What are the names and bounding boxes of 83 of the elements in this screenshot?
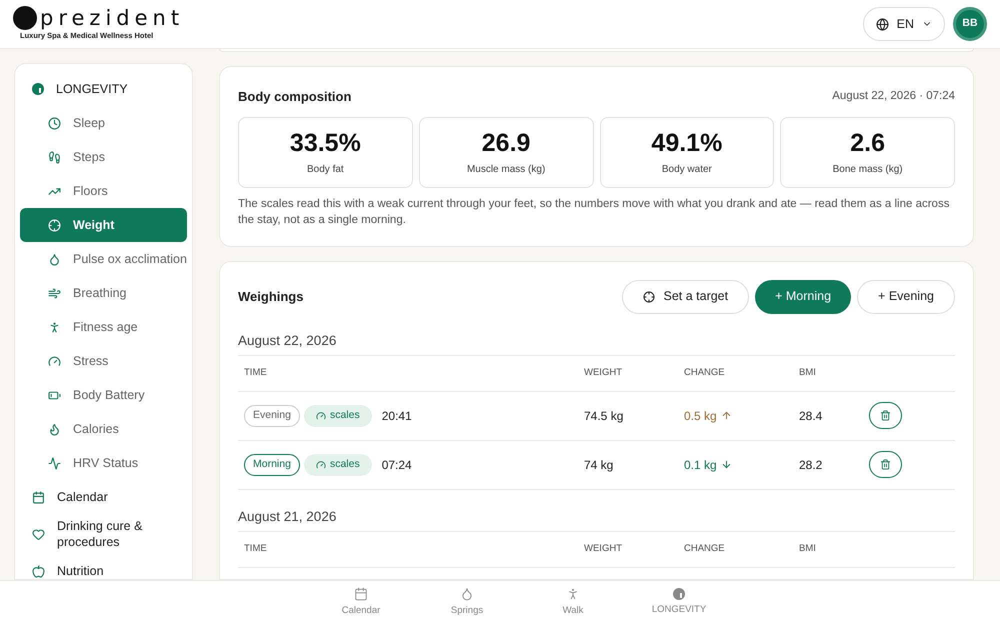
sidebar-item[interactable]: Calories (20, 412, 187, 446)
clock-icon (48, 116, 61, 130)
gauge-icon (48, 354, 61, 368)
metric-value: 2.6 (850, 128, 885, 158)
person-icon (48, 320, 61, 334)
globe-icon (876, 18, 889, 30)
heart-icon (32, 528, 45, 540)
sidebar-item[interactable]: Weight (20, 208, 187, 242)
column-header: CHANGE (684, 366, 726, 380)
apple-icon (32, 564, 45, 578)
gauge-icon (316, 410, 326, 421)
nav-tab[interactable]: Springs (414, 581, 520, 625)
change-text: 0.1 kg (684, 456, 717, 474)
nav-tab[interactable]: LONGEVITY (626, 581, 732, 625)
sidebar-item[interactable]: Steps (20, 140, 187, 174)
timestamp: August 22, 2026 · 07:24 (832, 89, 955, 104)
metric-label: Body water (662, 162, 712, 176)
sidebar-item[interactable]: Stress (20, 344, 187, 378)
sidebar-item[interactable]: Pulse ox acclimation (20, 242, 187, 276)
source-tag: scales (304, 404, 372, 427)
delete-button[interactable] (869, 402, 902, 430)
change-text: 0.5 kg (684, 408, 717, 425)
gauge-icon (316, 460, 326, 470)
battery-icon (48, 388, 61, 402)
half-circle-icon (32, 83, 44, 95)
nav-tab[interactable]: Walk (520, 581, 626, 625)
period-tag: Evening (244, 404, 300, 427)
calendar-icon (32, 490, 45, 504)
avatar[interactable]: BB (953, 7, 987, 41)
column-header: WEIGHT (584, 542, 623, 556)
metric-value: 33.5% (290, 128, 361, 158)
sidebar-item[interactable]: Drinking cure & procedures (20, 514, 187, 554)
action-button[interactable]: Set a target (622, 280, 750, 314)
weight-text: 74.5 kg (584, 408, 624, 425)
date-heading: August 21, 2026 (238, 508, 338, 526)
trash-icon (880, 459, 891, 470)
crosshair-icon (48, 218, 61, 232)
sidebar-item[interactable]: Floors (20, 174, 187, 208)
sidebar-item[interactable]: LONGEVITY (20, 72, 187, 106)
delete-button[interactable] (869, 451, 902, 478)
column-header: BMI (799, 366, 817, 380)
action-button[interactable]: + Evening (857, 280, 955, 314)
wind-icon (48, 286, 61, 300)
sidebar-item[interactable]: Fitness age (20, 310, 187, 344)
bmi-text: 28.4 (799, 408, 824, 425)
weight-text: 74 kg (584, 456, 614, 474)
sidebar-item[interactable]: Body Battery (20, 378, 187, 412)
crosshair-icon (643, 290, 656, 302)
column-header: TIME (244, 366, 268, 380)
date-heading: August 22, 2026 (238, 332, 338, 350)
source-tag: scales (304, 454, 372, 476)
pulse-line-icon (48, 456, 61, 470)
column-header: WEIGHT (584, 366, 623, 380)
sidebar-item[interactable]: Breathing (20, 276, 187, 310)
column-header: BMI (799, 542, 817, 556)
card-title: Body composition (238, 88, 352, 106)
period-tag: Morning (244, 454, 300, 476)
sidebar-item[interactable]: Calendar (20, 480, 187, 514)
sidebar-item[interactable]: Sleep (20, 106, 187, 140)
droplet-icon (48, 252, 61, 266)
footprints-icon (48, 150, 61, 164)
nav-tab[interactable]: Calendar (308, 581, 414, 625)
action-button[interactable]: + Morning (755, 280, 852, 314)
metric-label: Body fat (307, 162, 344, 176)
bmi-text: 28.2 (799, 456, 824, 474)
metric-value: 26.9 (482, 128, 530, 158)
time-text: 07:24 (382, 456, 412, 474)
column-header: CHANGE (684, 542, 726, 556)
flame-icon (48, 422, 61, 436)
metric-value: 49.1% (651, 128, 722, 158)
metric-label: Bone mass (kg) (832, 162, 903, 176)
calendar-icon (354, 587, 368, 602)
trash-icon (880, 410, 891, 422)
half-circle-icon (673, 588, 685, 600)
sidebar-item[interactable]: HRV Status (20, 446, 187, 480)
droplet-icon (460, 587, 474, 602)
card-title: Weighings (238, 288, 304, 306)
note-text: The scales read this with a weak current through your feet, so the numbers move with what you drank and ate — read them as a line across the stay, not as a single morning. (238, 196, 950, 228)
column-header: TIME (244, 542, 268, 556)
language-button[interactable]: EN (862, 7, 945, 41)
time-text: 20:41 (382, 408, 412, 425)
sidebar-item[interactable]: Nutrition (20, 554, 187, 579)
metric-label: Muscle mass (kg) (466, 162, 546, 176)
